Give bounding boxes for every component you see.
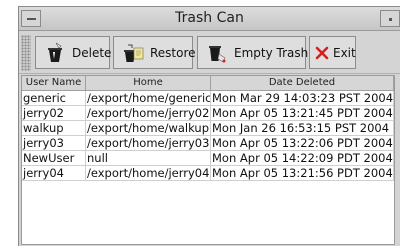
column-header-home[interactable]: Home	[86, 76, 211, 90]
toolbar: Delete Restore Empty Trash Exit	[19, 32, 400, 74]
column-header-user-name[interactable]: User Name	[22, 76, 86, 90]
cell-home: /export/home/generic	[87, 91, 211, 105]
table-row[interactable]: jerry03 /export/home/jerry03 Mon Apr 05 …	[22, 136, 394, 151]
restore-button[interactable]: Restore	[113, 36, 196, 69]
cell-date-deleted: Mon Mar 29 14:03:23 PST 2004	[212, 91, 394, 105]
table-row[interactable]: walkup /export/home/walkup Mon Jan 26 16…	[22, 121, 394, 136]
restore-label: Restore	[150, 45, 196, 60]
cell-date-deleted: Mon Apr 05 13:22:06 PDT 2004	[212, 136, 394, 150]
restore-icon	[122, 42, 144, 64]
cell-date-deleted: Mon Jan 26 16:53:15 PST 2004	[211, 121, 394, 135]
cell-user-name: walkup	[22, 121, 86, 135]
window-title: Trash Can	[175, 10, 244, 26]
table-row[interactable]: NewUser null Mon Apr 05 14:22:09 PDT 200…	[22, 151, 394, 166]
cell-home: /export/home/jerry03	[87, 136, 211, 150]
exit-label: Exit	[333, 45, 356, 60]
cell-date-deleted: Mon Apr 05 14:22:09 PDT 2004	[212, 151, 394, 165]
minimize-button[interactable]	[380, 10, 400, 27]
title-bar: Trash Can	[19, 7, 400, 31]
empty-trash-icon	[206, 42, 228, 64]
cell-user-name: NewUser	[22, 151, 86, 165]
table-header: User Name Home Date Deleted	[22, 76, 394, 91]
column-header-date-deleted[interactable]: Date Deleted	[211, 76, 394, 90]
cell-user-name: jerry03	[22, 136, 86, 150]
trash-can-window: Trash Can Delete Restore Empty Trash Exi…	[18, 6, 400, 246]
cell-user-name: generic	[22, 91, 86, 105]
cell-home: null	[86, 151, 211, 165]
cell-date-deleted: Mon Apr 05 13:21:56 PDT 2004	[212, 166, 394, 180]
cell-user-name: jerry04	[22, 166, 86, 180]
cell-home: /export/home/walkup	[87, 121, 211, 135]
trash-table: User Name Home Date Deleted generic /exp…	[21, 75, 395, 245]
trash-delete-icon	[44, 42, 66, 64]
empty-trash-button[interactable]: Empty Trash	[197, 36, 309, 69]
table-row[interactable]: jerry02 /export/home/jerry02 Mon Apr 05 …	[22, 106, 394, 121]
exit-button[interactable]: Exit	[309, 36, 356, 69]
table-row[interactable]: generic /export/home/generic Mon Mar 29 …	[22, 91, 394, 106]
cell-home: /export/home/jerry04	[87, 166, 211, 180]
delete-button[interactable]: Delete	[35, 36, 112, 69]
cell-home: /export/home/jerry02	[87, 106, 211, 120]
cell-user-name: jerry02	[22, 106, 86, 120]
delete-label: Delete	[72, 45, 112, 60]
toolbar-grip[interactable]	[21, 35, 31, 71]
cell-date-deleted: Mon Apr 05 13:21:45 PDT 2004	[212, 106, 394, 120]
red-x-icon	[315, 46, 329, 60]
table-row[interactable]: jerry04 /export/home/jerry04 Mon Apr 05 …	[22, 166, 394, 181]
empty-trash-label: Empty Trash	[234, 45, 309, 60]
